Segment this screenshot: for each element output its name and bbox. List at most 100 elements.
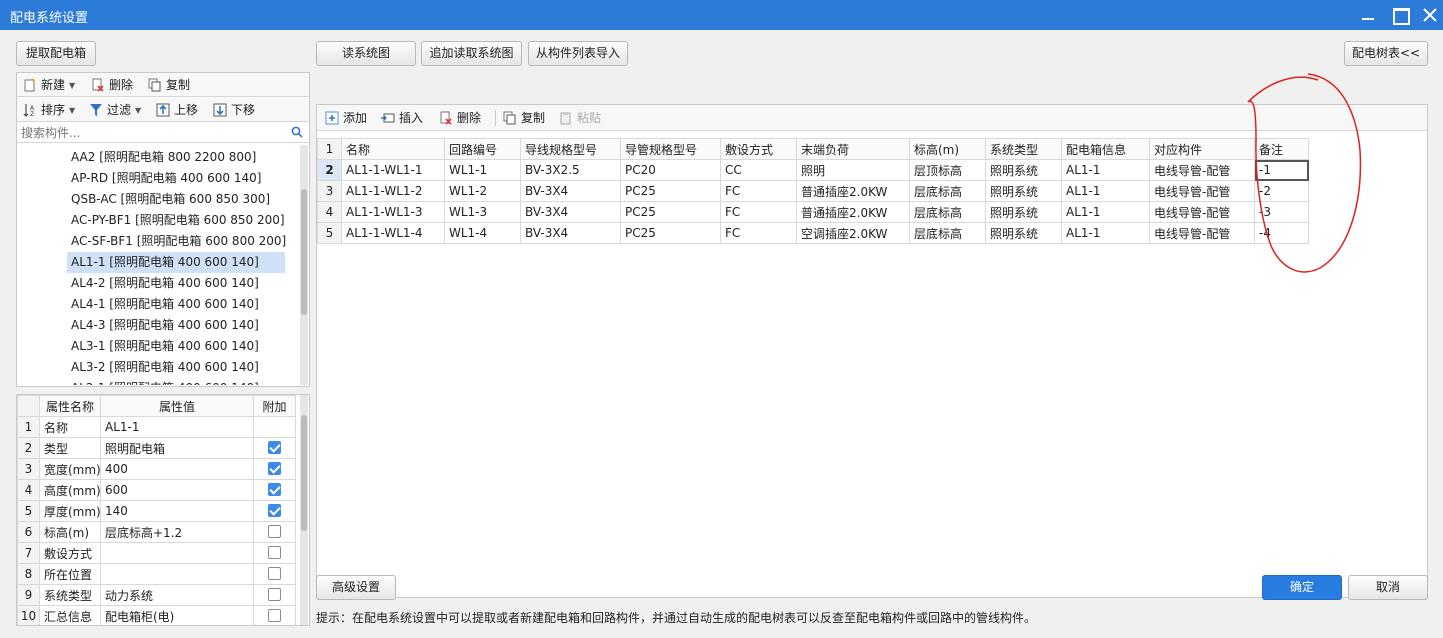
- grid-column-header[interactable]: 对应构件: [1149, 138, 1255, 160]
- grid-cell[interactable]: BV-3X4: [520, 222, 621, 244]
- grid-cell[interactable]: 电线导管-配管: [1149, 201, 1255, 223]
- grid-cell[interactable]: BV-3X2.5: [520, 159, 621, 181]
- property-row[interactable]: 10 汇总信息 配电箱柜(电): [17, 605, 296, 625]
- attach-checkbox[interactable]: [268, 525, 281, 538]
- maximize-icon[interactable]: [1388, 3, 1412, 27]
- filter-button[interactable]: 过滤 ▼: [89, 101, 141, 119]
- grid-cell[interactable]: 层底标高: [909, 180, 986, 202]
- move-down-button[interactable]: 下移: [213, 101, 255, 119]
- grid-cell[interactable]: WL1-4: [444, 222, 521, 244]
- grid-cell[interactable]: AL1-1-WL1-3: [341, 201, 445, 223]
- property-row[interactable]: 6 标高(m) 层底标高+1.2: [17, 521, 296, 543]
- ok-button[interactable]: 确定: [1262, 575, 1342, 600]
- list-item[interactable]: AC-SF-BF1 [照明配电箱 600 800 200]: [67, 231, 290, 252]
- chevron-down-icon[interactable]: ▼: [69, 77, 75, 95]
- grid-cell[interactable]: -2: [1254, 180, 1309, 202]
- table-row[interactable]: 4 AL1-1-WL1-3 WL1-3 BV-3X4 PC25 FC 普通插座2.0KW 层底…: [317, 201, 1309, 223]
- sort-button[interactable]: AZ 排序 ▼: [23, 101, 75, 119]
- grid-cell[interactable]: 普通插座2.0KW: [796, 201, 910, 223]
- grid-cell[interactable]: AL1-1-WL1-4: [341, 222, 445, 244]
- advanced-settings-button[interactable]: 高级设置: [316, 575, 396, 600]
- grid-cell[interactable]: FC: [720, 222, 797, 244]
- grid-column-header[interactable]: 配电箱信息: [1061, 138, 1150, 160]
- search-input[interactable]: [19, 124, 289, 142]
- grid-cell[interactable]: AL1-1-WL1-2: [341, 180, 445, 202]
- grid-cell[interactable]: -3: [1254, 201, 1309, 223]
- read-system-diagram-button[interactable]: 读系统图: [316, 41, 416, 66]
- grid-cell[interactable]: AL1-1: [1061, 180, 1150, 202]
- attach-checkbox[interactable]: [268, 483, 281, 496]
- property-row[interactable]: 2 类型 照明配电箱: [17, 437, 296, 459]
- grid-cell[interactable]: 照明: [796, 159, 910, 181]
- property-value[interactable]: 配电箱柜(电): [100, 605, 254, 625]
- property-row[interactable]: 8 所在位置: [17, 563, 296, 585]
- grid-cell[interactable]: 照明系统: [985, 201, 1062, 223]
- append-read-system-diagram-button[interactable]: 追加读取系统图: [421, 41, 522, 66]
- chevron-down-icon[interactable]: ▼: [135, 102, 141, 120]
- property-value[interactable]: 动力系统: [100, 584, 254, 606]
- copy-component-button[interactable]: 复制: [148, 76, 190, 94]
- list-item[interactable]: QSB-AC [照明配电箱 600 850 300]: [67, 189, 274, 210]
- close-icon[interactable]: [1418, 3, 1442, 27]
- list-item[interactable]: AA2 [照明配电箱 800 2200 800]: [67, 147, 260, 168]
- property-value[interactable]: AL1-1: [100, 416, 254, 438]
- property-value[interactable]: 400: [100, 458, 254, 480]
- grid-column-header[interactable]: 末端负荷: [796, 138, 910, 160]
- grid-cell[interactable]: AL1-1: [1061, 201, 1150, 223]
- property-value[interactable]: 600: [100, 479, 254, 501]
- grid-cell[interactable]: 照明系统: [985, 222, 1062, 244]
- grid-column-header[interactable]: 名称: [341, 138, 445, 160]
- list-item[interactable]: AL3-1 [照明配电箱 400 600 140]: [67, 336, 263, 357]
- grid-cell[interactable]: 普通插座2.0KW: [796, 180, 910, 202]
- properties-scrollbar-thumb[interactable]: [301, 415, 307, 531]
- grid-cell[interactable]: PC20: [620, 159, 721, 181]
- grid-cell[interactable]: WL1-3: [444, 201, 521, 223]
- table-row[interactable]: 5 AL1-1-WL1-4 WL1-4 BV-3X4 PC25 FC 空调插座2.0KW 层底…: [317, 222, 1309, 244]
- property-value[interactable]: 层底标高+1.2: [100, 521, 254, 543]
- attach-checkbox[interactable]: [268, 441, 281, 454]
- property-value[interactable]: 照明配电箱: [100, 437, 254, 459]
- grid-cell[interactable]: PC25: [620, 201, 721, 223]
- property-row[interactable]: 9 系统类型 动力系统: [17, 584, 296, 606]
- attach-checkbox[interactable]: [268, 504, 281, 517]
- chevron-down-icon[interactable]: ▼: [69, 102, 75, 120]
- new-button[interactable]: 新建 ▼: [23, 76, 75, 94]
- grid-cell[interactable]: PC25: [620, 222, 721, 244]
- attach-checkbox[interactable]: [268, 588, 281, 601]
- attach-checkbox[interactable]: [268, 609, 281, 622]
- grid-cell[interactable]: 层底标高: [909, 201, 986, 223]
- row-number[interactable]: 2: [317, 159, 342, 181]
- grid-column-header[interactable]: 标高(m): [909, 138, 986, 160]
- property-value[interactable]: [100, 542, 254, 564]
- grid-cell[interactable]: 电线导管-配管: [1149, 159, 1255, 181]
- grid-cell[interactable]: 照明系统: [985, 159, 1062, 181]
- search-icon[interactable]: [291, 126, 303, 141]
- cancel-button[interactable]: 取消: [1348, 575, 1428, 600]
- properties-scrollbar[interactable]: [300, 395, 308, 625]
- grid-cell[interactable]: 电线导管-配管: [1149, 222, 1255, 244]
- grid-column-header[interactable]: 导线规格型号: [520, 138, 621, 160]
- list-item[interactable]: AL4-2 [照明配电箱 400 600 140]: [67, 273, 263, 294]
- attach-checkbox[interactable]: [268, 546, 281, 559]
- grid-cell[interactable]: 空调插座2.0KW: [796, 222, 910, 244]
- copy-row-button[interactable]: 复制: [503, 109, 545, 127]
- grid-column-header[interactable]: 敷设方式: [720, 138, 797, 160]
- grid-column-header[interactable]: 备注: [1254, 138, 1309, 160]
- list-scrollbar-thumb[interactable]: [301, 189, 307, 315]
- grid-cell[interactable]: AL1-1: [1061, 222, 1150, 244]
- attach-checkbox[interactable]: [268, 567, 281, 580]
- property-row[interactable]: 7 敷设方式: [17, 542, 296, 564]
- grid-cell[interactable]: WL1-1: [444, 159, 521, 181]
- grid-cell[interactable]: 照明系统: [985, 180, 1062, 202]
- grid-cell[interactable]: 层底标高: [909, 222, 986, 244]
- list-item[interactable]: AP-RD [照明配电箱 400 600 140]: [67, 168, 265, 189]
- grid-column-header[interactable]: 回路编号: [444, 138, 521, 160]
- grid-column-header[interactable]: 系统类型: [985, 138, 1062, 160]
- list-item[interactable]: AL4-3 [照明配电箱 400 600 140]: [67, 315, 263, 336]
- list-scrollbar[interactable]: [300, 145, 308, 385]
- grid-cell[interactable]: -1: [1254, 159, 1309, 181]
- row-number[interactable]: 3: [317, 180, 342, 202]
- grid-cell[interactable]: FC: [720, 201, 797, 223]
- attach-checkbox[interactable]: [268, 462, 281, 475]
- import-from-component-list-button[interactable]: 从构件列表导入: [528, 41, 628, 66]
